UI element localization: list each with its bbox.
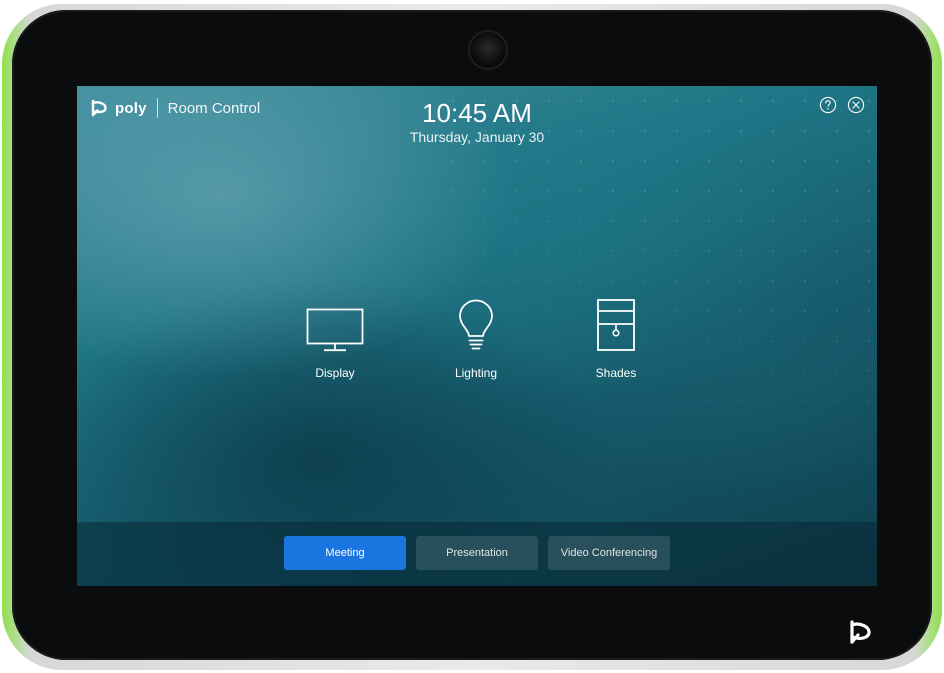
mode-bar: Meeting Presentation Video Conferencing [77, 522, 877, 586]
monitor-icon [306, 308, 364, 352]
tile-label: Lighting [454, 366, 498, 380]
clock-time: 10:45 AM [422, 98, 532, 128]
help-circle-icon[interactable] [819, 96, 837, 114]
clock-date: Thursday, January 30 [409, 129, 545, 145]
tile-label: Display [315, 366, 355, 380]
camera-lens [470, 32, 506, 68]
tile-shades[interactable]: Shades [566, 296, 666, 380]
tile-lighting[interactable]: Lighting [426, 296, 526, 380]
device-tiles: Display Lighting Shades [77, 296, 877, 386]
tile-display[interactable]: Display [285, 296, 385, 380]
touch-screen: poly Room Control 10:45 AM Thursday, Jan… [77, 86, 877, 586]
poly-logo-icon [850, 620, 871, 644]
clock: 10:45 AM Thursday, January 30 [77, 98, 877, 146]
header-actions [819, 96, 865, 114]
close-circle-icon[interactable] [847, 96, 865, 114]
shades-icon [597, 299, 635, 351]
mode-buttons: Meeting Presentation Video Conferencing [284, 536, 670, 570]
mode-video-conferencing-button[interactable]: Video Conferencing [548, 536, 670, 570]
mode-meeting-button[interactable]: Meeting [284, 536, 406, 570]
tile-label: Shades [595, 366, 637, 380]
lightbulb-icon [459, 299, 493, 350]
mode-presentation-button[interactable]: Presentation [416, 536, 538, 570]
